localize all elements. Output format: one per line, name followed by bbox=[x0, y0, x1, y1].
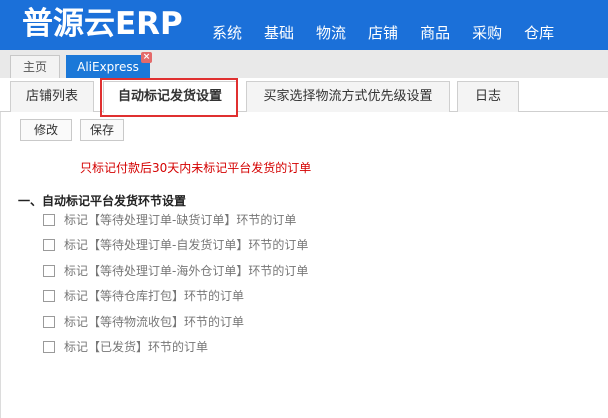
notice-text: 只标记付款后30天内未标记平台发货的订单 bbox=[80, 161, 312, 175]
option-label: 标记【等待处理订单-自发货订单】环节的订单 bbox=[64, 238, 309, 252]
tab-aliexpress-label: AliExpress bbox=[77, 60, 139, 74]
subtab-log[interactable]: 日志 bbox=[457, 81, 519, 112]
nav-item-warehouse[interactable]: 仓库 bbox=[524, 22, 554, 44]
content-border bbox=[0, 112, 1, 418]
option-label: 标记【等待仓库打包】环节的订单 bbox=[64, 289, 245, 303]
checkbox[interactable] bbox=[43, 214, 55, 226]
top-header: 普源云ERP 系统 基础 物流 店铺 商品 采购 仓库 bbox=[0, 0, 608, 50]
checkbox[interactable] bbox=[43, 316, 55, 328]
section-title: 一、自动标记平台发货环节设置 bbox=[18, 194, 187, 208]
checkbox[interactable] bbox=[43, 265, 55, 277]
checkbox[interactable] bbox=[43, 341, 55, 353]
nav-item-logistics[interactable]: 物流 bbox=[316, 22, 346, 44]
subtab-auto-ship-settings[interactable]: 自动标记发货设置 bbox=[103, 81, 237, 113]
option-label: 标记【已发货】环节的订单 bbox=[64, 340, 209, 354]
main-nav: 系统 基础 物流 店铺 商品 采购 仓库 bbox=[212, 22, 576, 44]
option-label: 标记【等待处理订单-缺货订单】环节的订单 bbox=[64, 213, 297, 227]
nav-item-basic[interactable]: 基础 bbox=[264, 22, 294, 44]
option-label: 标记【等待处理订单-海外仓订单】环节的订单 bbox=[64, 264, 309, 278]
app-logo: 普源云ERP bbox=[22, 6, 183, 42]
option-label: 标记【等待物流收包】环节的订单 bbox=[64, 315, 245, 329]
sub-tab-bar: 店铺列表 自动标记发货设置 买家选择物流方式优先级设置 日志 bbox=[0, 78, 608, 113]
checkbox[interactable] bbox=[43, 290, 55, 302]
tab-home[interactable]: 主页 bbox=[10, 55, 60, 78]
close-icon[interactable]: × bbox=[141, 52, 152, 63]
nav-item-purchase[interactable]: 采购 bbox=[472, 22, 502, 44]
nav-item-stores[interactable]: 店铺 bbox=[368, 22, 398, 44]
subtab-store-list[interactable]: 店铺列表 bbox=[10, 81, 94, 112]
nav-item-system[interactable]: 系统 bbox=[212, 22, 242, 44]
checkbox[interactable] bbox=[43, 239, 55, 251]
edit-button[interactable]: 修改 bbox=[20, 119, 72, 141]
save-button[interactable]: 保存 bbox=[80, 119, 124, 141]
nav-item-products[interactable]: 商品 bbox=[420, 22, 450, 44]
page-tab-bar: 主页 AliExpress × bbox=[0, 50, 608, 78]
subtab-logistics-priority[interactable]: 买家选择物流方式优先级设置 bbox=[246, 81, 450, 112]
tab-aliexpress[interactable]: AliExpress × bbox=[66, 52, 152, 78]
